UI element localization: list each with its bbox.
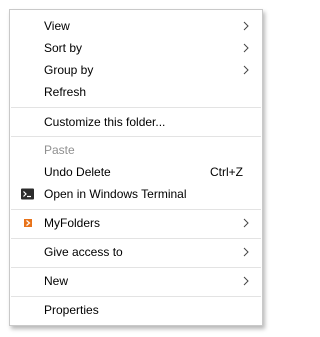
- menu-item-customize-folder[interactable]: Customize this folder...: [11, 111, 261, 133]
- menu-item-paste: Paste: [11, 139, 261, 161]
- menu-item-label: Group by: [44, 63, 94, 77]
- menu-item-label: Customize this folder...: [44, 115, 166, 129]
- menu-separator: [11, 296, 261, 297]
- chevron-right-icon: [243, 247, 249, 257]
- menu-item-label: Sort by: [44, 41, 83, 55]
- terminal-icon: [21, 188, 34, 200]
- menu-item-group-by[interactable]: Group by: [11, 59, 261, 81]
- menu-item-myfolders[interactable]: MyFolders: [11, 212, 261, 234]
- menu-item-label: Open in Windows Terminal: [44, 187, 187, 201]
- chevron-right-icon: [243, 21, 249, 31]
- context-menu: View Sort by Group by Refresh Customize …: [9, 9, 263, 326]
- menu-separator: [11, 267, 261, 268]
- chevron-right-icon: [243, 218, 249, 228]
- menu-item-label: Give access to: [44, 245, 123, 259]
- menu-item-label: New: [44, 274, 69, 288]
- menu-item-sort-by[interactable]: Sort by: [11, 37, 261, 59]
- chevron-right-icon: [243, 65, 249, 75]
- menu-item-label: MyFolders: [44, 216, 101, 230]
- menu-item-open-terminal[interactable]: Open in Windows Terminal: [11, 183, 261, 205]
- chevron-right-icon: [243, 276, 249, 286]
- menu-separator: [11, 209, 261, 210]
- menu-item-shortcut: Ctrl+Z: [210, 165, 243, 179]
- chevron-right-icon: [243, 43, 249, 53]
- menu-separator: [11, 238, 261, 239]
- menu-item-undo-delete[interactable]: Undo Delete Ctrl+Z: [11, 161, 261, 183]
- menu-item-refresh[interactable]: Refresh: [11, 81, 261, 103]
- menu-item-new[interactable]: New: [11, 270, 261, 292]
- menu-item-label: Undo Delete: [44, 165, 111, 179]
- menu-item-view[interactable]: View: [11, 15, 261, 37]
- menu-item-give-access[interactable]: Give access to: [11, 241, 261, 263]
- menu-separator: [11, 136, 261, 137]
- menu-item-label: Properties: [44, 303, 99, 317]
- menu-item-label: Refresh: [44, 85, 87, 99]
- menu-item-label: Paste: [44, 143, 75, 157]
- myfolders-icon: [24, 219, 32, 227]
- menu-item-properties[interactable]: Properties: [11, 299, 261, 321]
- menu-separator: [11, 107, 261, 108]
- menu-item-label: View: [44, 19, 70, 33]
